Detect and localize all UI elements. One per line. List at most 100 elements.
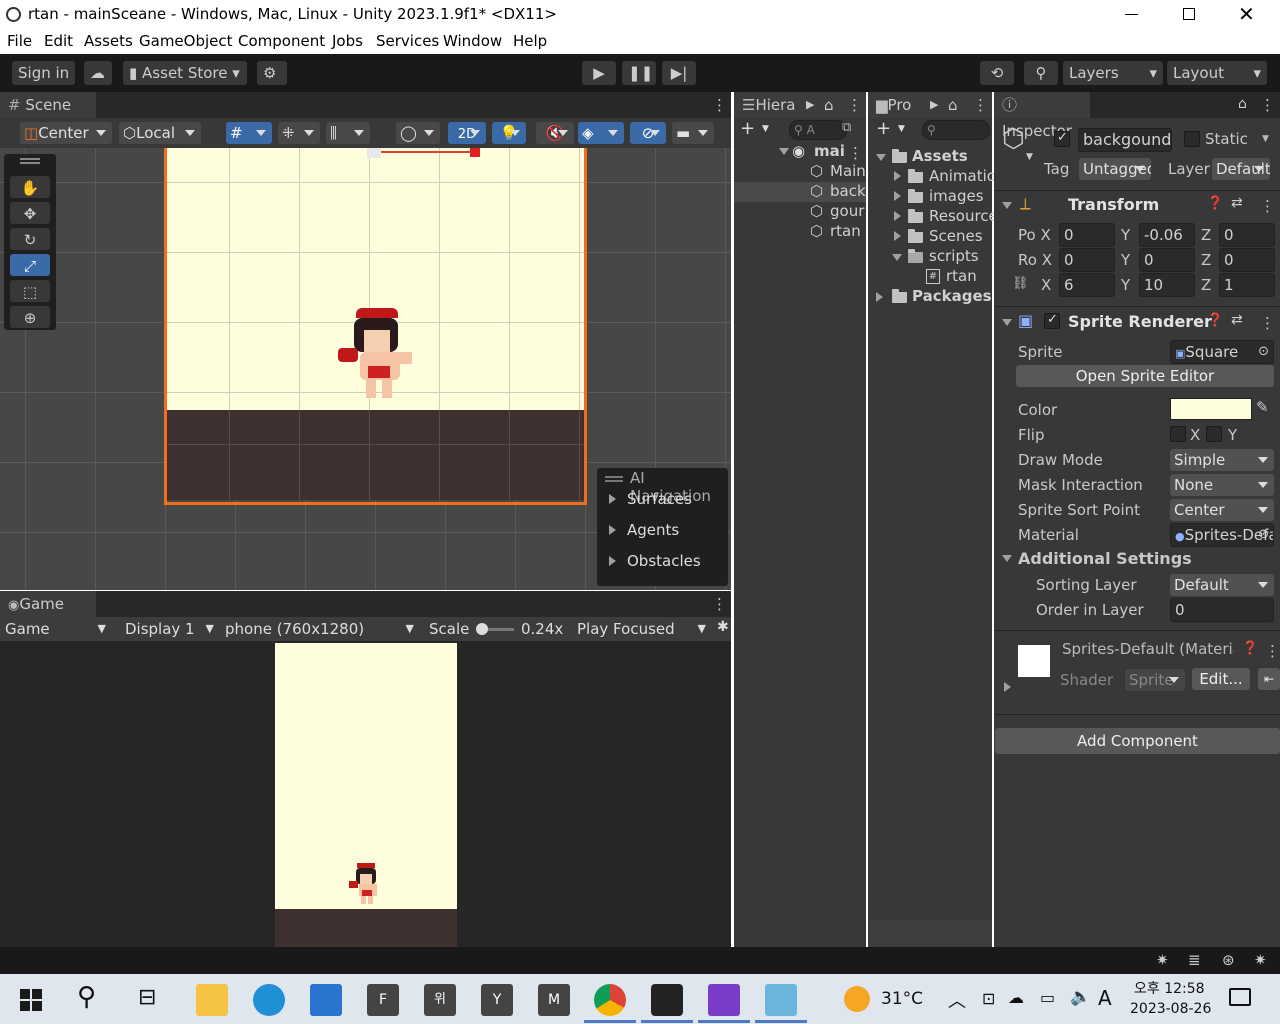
icon-dropdown-arrow-icon[interactable]: ▼ [1026, 152, 1033, 162]
add-component-button[interactable]: Add Component [995, 728, 1280, 754]
images-arrow-icon[interactable] [894, 191, 901, 201]
shader-edit-button[interactable]: Edit... [1192, 668, 1250, 690]
tray-device-icon[interactable]: ⊡ [982, 989, 995, 1008]
sprite-object-field[interactable]: ▣Square ⊙ [1170, 340, 1274, 364]
step-button[interactable]: ▶| [662, 61, 696, 85]
project-item-scripts[interactable]: scripts [929, 247, 979, 265]
display-dropdown[interactable]: Display 1 ▼ [118, 617, 218, 641]
menu-window[interactable]: Window [443, 32, 502, 50]
debug-settings-icon[interactable]: ✷ [1156, 951, 1169, 969]
chrome-icon[interactable] [594, 984, 626, 1016]
hierarchy-item-gour[interactable]: gour [830, 202, 864, 220]
layer-dropdown[interactable]: Default [1212, 158, 1270, 180]
resolution-dropdown[interactable]: phone (760x1280) ▼ [220, 617, 420, 641]
project-lock-icon[interactable]: ⌂ [948, 92, 958, 118]
camera-dropdown[interactable]: ▬ [672, 122, 714, 144]
transform-tool-icon[interactable]: ⊕ [10, 306, 50, 328]
menu-file[interactable]: File [7, 32, 32, 50]
project-item-animatio[interactable]: Animatio [929, 167, 996, 185]
hidden-objects-toggle[interactable]: ⊘ [630, 122, 666, 144]
project-item-images[interactable]: images [929, 187, 984, 205]
rtan-character[interactable] [338, 308, 414, 400]
hand-tool-icon[interactable]: ✋ [10, 176, 50, 198]
position-y-input[interactable]: -0.06 [1139, 223, 1195, 247]
material-expand-arrow-icon[interactable] [1004, 682, 1011, 692]
taskbar-app-wi-icon[interactable]: 위 [424, 984, 456, 1016]
eyedropper-icon[interactable]: ✎ [1256, 398, 1269, 416]
notifications-icon[interactable]: ✷ [1254, 951, 1267, 969]
project-item-assets[interactable]: Assets [912, 147, 968, 165]
scene-menu-dots-icon[interactable]: ⋮ [848, 146, 863, 161]
menu-component[interactable]: Component [238, 32, 325, 50]
hierarchy-add-button[interactable]: + [740, 118, 755, 139]
shader-dropdown[interactable]: Sprite [1125, 669, 1185, 691]
rotation-y-input[interactable]: 0 [1139, 248, 1195, 272]
shader-extra-icon[interactable]: ⇤ [1258, 668, 1280, 690]
sorting-layer-dropdown[interactable]: Default [1170, 574, 1274, 596]
hierarchy-scene-name[interactable]: mai [814, 142, 845, 160]
hierarchy-item-rtan[interactable]: rtan [830, 222, 861, 240]
project-more-icon[interactable]: ▶ [930, 92, 938, 118]
tab-inspector[interactable]: ⓘ Inspector [994, 92, 1090, 140]
transform-preset-icon[interactable]: ⇄ [1231, 195, 1243, 211]
hierarchy-lock-icon[interactable]: ⌂ [824, 92, 834, 118]
static-checkbox[interactable] [1184, 131, 1200, 147]
file-explorer-icon[interactable] [196, 984, 228, 1016]
project-add-button[interactable]: + [876, 118, 891, 139]
project-search-input[interactable]: ⚲ [922, 120, 990, 140]
resource-arrow-icon[interactable] [894, 211, 901, 221]
audio-toggle[interactable]: 🔇 [536, 122, 574, 144]
network-icon[interactable]: ▭ [1040, 988, 1055, 1007]
sprite-renderer-help-icon[interactable]: ❓ [1207, 313, 1223, 328]
game-viewport[interactable] [0, 641, 731, 947]
sprite-sort-point-dropdown[interactable]: Center [1170, 499, 1274, 521]
hierarchy-filter-icon[interactable]: ⧉ [842, 120, 851, 135]
search-icon[interactable]: ⚲ [1024, 61, 1058, 85]
animatio-arrow-icon[interactable] [894, 171, 901, 181]
layers-dropdown[interactable]: Layers ▾ [1063, 61, 1163, 85]
active-checkbox[interactable]: ✓ [1054, 130, 1070, 147]
assets-expand-arrow-icon[interactable] [876, 154, 886, 161]
temperature[interactable]: 31°C [881, 989, 923, 1009]
menu-assets[interactable]: Assets [84, 32, 133, 50]
flip-x-checkbox[interactable] [1170, 426, 1186, 442]
hierarchy-menu-icon[interactable]: ⋮ [847, 98, 862, 113]
project-item-scenes[interactable]: Scenes [929, 227, 983, 245]
scale-tool-icon[interactable]: ⤢ [10, 254, 50, 276]
asset-store-button[interactable]: ▮ Asset Store ▾ [123, 61, 247, 85]
sign-in-button[interactable]: Sign in [12, 61, 76, 85]
grid-visibility-button[interactable]: ⁜ [278, 122, 320, 144]
static-dropdown-icon[interactable]: ▼ [1262, 134, 1269, 144]
taskbar-app-f-icon[interactable]: F [367, 984, 399, 1016]
transform-help-icon[interactable]: ❓ [1207, 196, 1223, 211]
effects-toggle[interactable]: ◈ [578, 122, 624, 144]
material-menu-icon[interactable]: ⋮ [1265, 644, 1280, 659]
edge-icon[interactable] [253, 984, 285, 1016]
scale-slider[interactable] [476, 623, 514, 635]
project-item-resource[interactable]: Resource [929, 207, 998, 225]
rect-handle-left[interactable] [367, 148, 381, 158]
menu-jobs[interactable]: Jobs [332, 32, 363, 50]
visual-studio-icon[interactable] [708, 984, 740, 1016]
rotate-tool-icon[interactable]: ↻ [10, 228, 50, 250]
additional-settings-label[interactable]: Additional Settings [1018, 549, 1192, 568]
unity-hub-icon[interactable] [651, 984, 683, 1016]
collab-gear-icon[interactable]: ⚙ [257, 61, 287, 85]
packages-arrow-icon[interactable] [876, 292, 883, 302]
hierarchy-item-back[interactable]: back [830, 182, 866, 200]
clock-date[interactable]: 2023-08-26 [1130, 1001, 1211, 1017]
overlay-obstacles[interactable]: Obstacles [627, 552, 701, 570]
order-in-layer-input[interactable]: 0 [1170, 598, 1274, 622]
ime-indicator[interactable]: A [1098, 986, 1112, 1010]
taskbar-search-icon[interactable]: ⚲ [77, 982, 96, 1012]
taskbar-app-y-icon[interactable]: Y [481, 984, 513, 1016]
sprite-renderer-preset-icon[interactable]: ⇄ [1231, 312, 1243, 328]
scale-y-input[interactable]: 10 [1139, 273, 1195, 297]
volume-icon[interactable]: 🔈 [1070, 987, 1091, 1007]
scale-slider-thumb[interactable] [476, 623, 488, 635]
space-dropdown[interactable]: ⬡Local [119, 122, 201, 144]
hierarchy-more-icon[interactable]: ▶ [806, 92, 814, 118]
sprite-renderer-collapse-arrow-icon[interactable] [1002, 319, 1012, 326]
flip-y-checkbox[interactable] [1206, 426, 1222, 442]
lighting-toggle[interactable]: 💡 [492, 122, 526, 144]
